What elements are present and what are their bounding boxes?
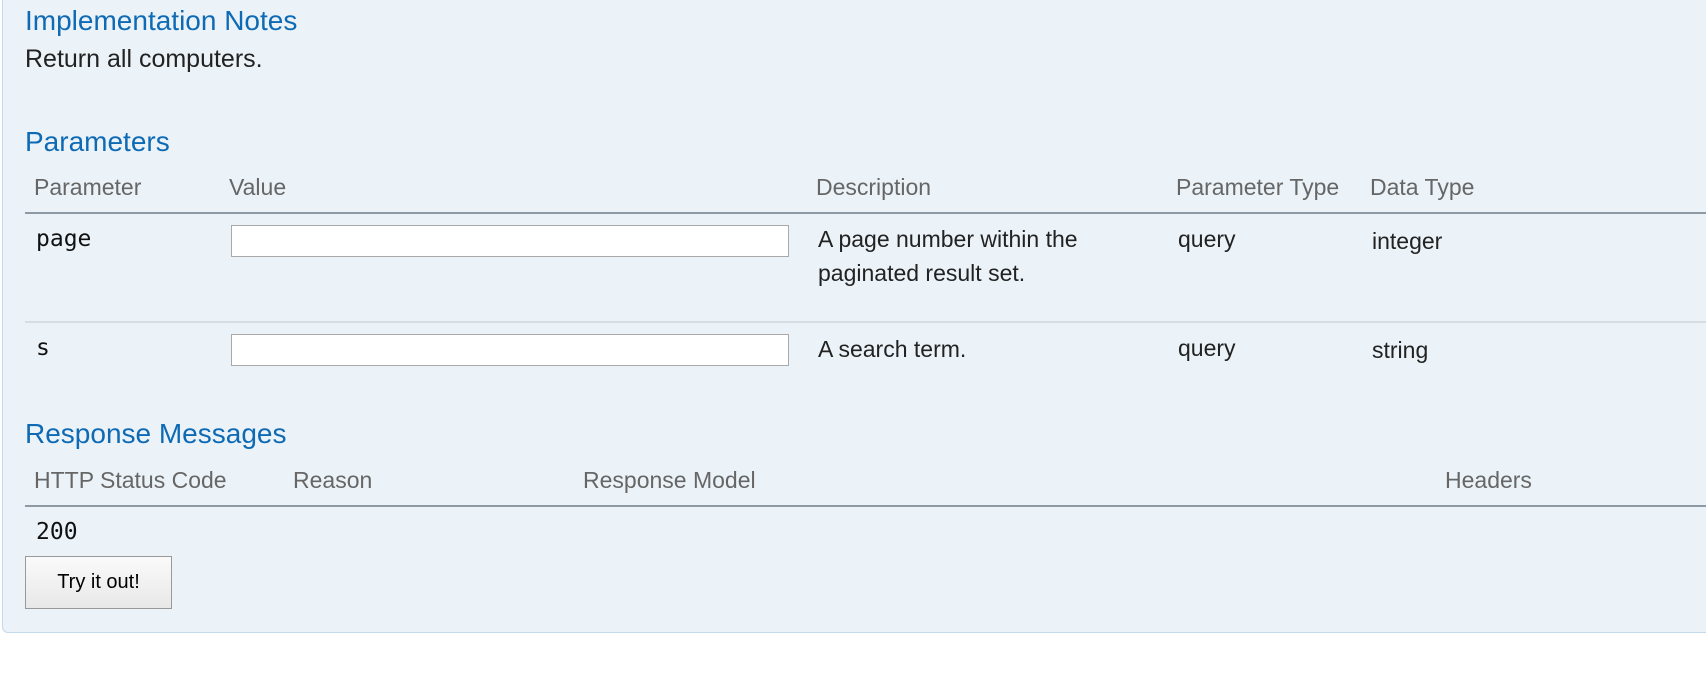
parameter-data-type: string — [1372, 337, 1429, 363]
parameter-description: A page number within the paginated resul… — [818, 226, 1078, 286]
try-it-out-button[interactable]: Try it out! — [25, 556, 172, 609]
parameter-name: s — [36, 335, 50, 361]
parameter-data-type: integer — [1372, 228, 1443, 254]
column-header-description: Description — [816, 174, 932, 200]
column-header-data-type: Data Type — [1370, 174, 1475, 200]
parameter-name: page — [36, 226, 92, 252]
implementation-notes-heading: Implementation Notes — [25, 5, 298, 36]
parameters-header-divider — [25, 212, 1706, 214]
operation-content-panel: Implementation Notes Return all computer… — [2, 0, 1706, 633]
column-header-response-model: Response Model — [583, 467, 756, 493]
response-messages-heading: Response Messages — [25, 418, 287, 449]
column-header-http-status-code: HTTP Status Code — [34, 467, 227, 493]
column-header-headers: Headers — [1445, 467, 1532, 493]
column-header-value: Value — [229, 174, 287, 200]
implementation-notes-text: Return all computers. — [25, 45, 263, 73]
parameter-type: query — [1178, 226, 1236, 252]
parameters-heading: Parameters — [25, 126, 170, 157]
parameter-type: query — [1178, 335, 1236, 361]
column-header-parameter: Parameter — [34, 174, 142, 200]
status-code: 200 — [36, 519, 78, 545]
column-header-parameter-type: Parameter Type — [1176, 174, 1340, 200]
parameter-description: A search term. — [818, 336, 967, 362]
column-header-reason: Reason — [293, 467, 373, 493]
row-divider — [25, 321, 1706, 323]
search-term-input[interactable] — [231, 334, 789, 366]
response-header-divider — [25, 505, 1706, 507]
page-parameter-input[interactable] — [231, 225, 789, 257]
